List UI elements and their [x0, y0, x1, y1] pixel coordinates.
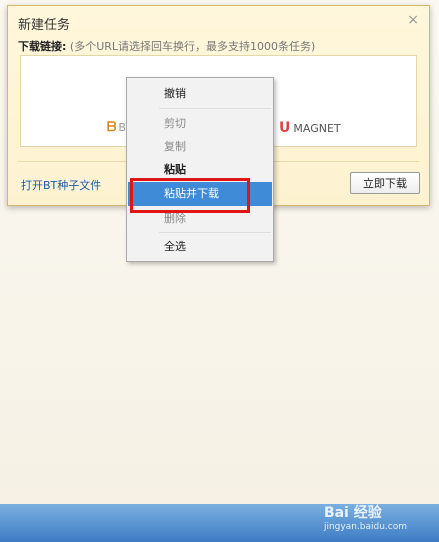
- baidu-watermark: Bai 经验 jingyan.baidu.com: [324, 502, 407, 532]
- menu-item-paste[interactable]: 粘贴: [128, 158, 272, 182]
- taskbar: Bai 经验 jingyan.baidu.com: [0, 504, 439, 542]
- magnet-icon: U: [279, 120, 291, 136]
- menu-separator: [159, 108, 271, 109]
- url-hint: (多个URL请选择回车换行，最多支持1000条任务): [69, 40, 316, 53]
- menu-item-paste-and-download[interactable]: 粘贴并下载: [128, 182, 272, 206]
- magnet-protocol-text: MAGNET: [293, 122, 341, 135]
- bt-icon: ᗷ: [107, 120, 117, 135]
- watermark-url: jingyan.baidu.com: [323, 522, 407, 532]
- context-menu: 撤销 剪切 复制 粘贴 粘贴并下载 删除 全选: [126, 77, 274, 262]
- download-now-button[interactable]: 立即下载: [350, 172, 420, 194]
- menu-item-undo[interactable]: 撤销: [128, 82, 272, 106]
- menu-separator: [159, 232, 271, 233]
- open-bt-file-link[interactable]: 打开BT种子文件: [21, 177, 101, 193]
- magnet-protocol-label: U MAGNET: [279, 120, 341, 136]
- watermark-brand: Bai 经验: [323, 505, 382, 521]
- dialog-title: 新建任务: [18, 18, 71, 33]
- menu-item-cut[interactable]: 剪切: [128, 112, 272, 136]
- menu-item-copy[interactable]: 复制: [128, 135, 272, 159]
- menu-item-delete[interactable]: 删除: [128, 207, 272, 231]
- close-icon[interactable]: ×: [407, 12, 419, 28]
- download-link-label-row: 下载链接: (多个URL请选择回车换行，最多支持1000条任务): [18, 38, 315, 54]
- download-link-label: 下载链接:: [18, 40, 67, 53]
- menu-item-select-all[interactable]: 全选: [128, 235, 272, 259]
